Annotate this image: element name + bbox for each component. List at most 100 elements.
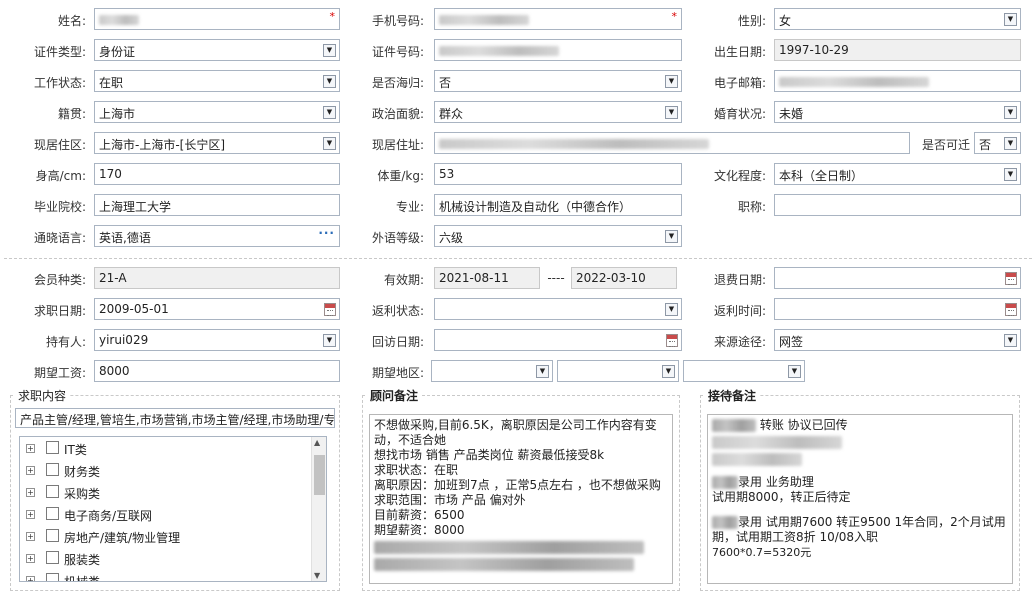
- tree-item-label: 电子商务/互联网: [64, 509, 153, 523]
- weight-field[interactable]: 53: [434, 163, 682, 185]
- holder-select[interactable]: yirui029 ▼: [94, 329, 340, 351]
- chevron-down-icon[interactable]: ▼: [788, 365, 801, 378]
- id-type-select[interactable]: 身份证 ▼: [94, 39, 340, 61]
- caret-up-icon[interactable]: ▲: [314, 438, 320, 447]
- caret-down-icon[interactable]: ▼: [314, 571, 320, 580]
- calendar-icon[interactable]: [666, 334, 678, 347]
- lang-level-select[interactable]: 六级 ▼: [434, 225, 682, 247]
- plus-icon[interactable]: +: [26, 510, 35, 519]
- checkbox[interactable]: [46, 529, 59, 542]
- chevron-down-icon[interactable]: ▼: [1004, 334, 1017, 347]
- height-field[interactable]: 170: [94, 163, 340, 185]
- plus-icon[interactable]: +: [26, 532, 35, 541]
- job-content-summary[interactable]: 产品主管/经理,管培生,市场营销,市场主管/经理,市场助理/专: [15, 408, 335, 428]
- id-no-field[interactable]: [434, 39, 682, 61]
- advisor-notes-textarea[interactable]: 不想做采购,目前6.5K，离职原因是公司工作内容有变 动，不适合她 想找市场 销…: [369, 414, 673, 584]
- chevron-down-icon[interactable]: ▼: [1004, 168, 1017, 181]
- chevron-down-icon[interactable]: ▼: [536, 365, 549, 378]
- lang-level-value: 六级: [439, 231, 464, 245]
- name-field[interactable]: *: [94, 8, 340, 30]
- tree-item-purchase[interactable]: + 采购类: [26, 483, 306, 503]
- visit-date-field[interactable]: [434, 329, 682, 351]
- work-status-select[interactable]: 在职 ▼: [94, 70, 340, 92]
- title-field[interactable]: [774, 194, 1021, 216]
- chevron-down-icon[interactable]: ▼: [665, 230, 678, 243]
- chevron-down-icon[interactable]: ▼: [323, 44, 336, 57]
- calendar-icon[interactable]: [1005, 303, 1017, 316]
- plus-icon[interactable]: +: [26, 554, 35, 563]
- chevron-down-icon[interactable]: ▼: [662, 365, 675, 378]
- tree-scrollbar[interactable]: ▲ ▼: [311, 437, 326, 581]
- plus-icon[interactable]: +: [26, 576, 35, 581]
- tree-item-it[interactable]: + IT类: [26, 439, 306, 459]
- calendar-icon[interactable]: [1005, 272, 1017, 285]
- gender-value: 女: [779, 14, 792, 28]
- tree-item-finance[interactable]: + 财务类: [26, 461, 306, 481]
- chevron-down-icon[interactable]: ▼: [665, 75, 678, 88]
- overseas-select[interactable]: 否 ▼: [434, 70, 682, 92]
- chevron-down-icon[interactable]: ▼: [323, 106, 336, 119]
- tree-item-ecommerce[interactable]: + 电子商务/互联网: [26, 505, 306, 525]
- relocate-select[interactable]: 否 ▼: [974, 132, 1021, 154]
- region-district-select[interactable]: ▼: [683, 360, 805, 382]
- id-type-value: 身份证: [99, 45, 136, 59]
- reception-notes-textarea[interactable]: 转账 协议已回传 录用 业务助理 试用期8000，转正后待定 录用 试用期760…: [707, 414, 1013, 584]
- row-school: 毕业院校: 上海理工大学 专业: 机械设计制造及自动化（中德合作） 职称:: [0, 194, 1036, 218]
- reception-line-3c: 7600*0.7=5320元: [712, 546, 812, 559]
- member-type-label: 会员种类:: [33, 273, 86, 287]
- job-date-field[interactable]: 2009-05-01: [94, 298, 340, 320]
- holder-label: 持有人:: [45, 335, 86, 349]
- gender-select[interactable]: 女 ▼: [774, 8, 1021, 30]
- tree-item-realestate[interactable]: + 房地产/建筑/物业管理: [26, 527, 306, 547]
- languages-field[interactable]: 英语,德语 ···: [94, 225, 340, 247]
- refund-date-field[interactable]: [774, 267, 1021, 289]
- native-select[interactable]: 上海市 ▼: [94, 101, 340, 123]
- marital-select[interactable]: 未婚 ▼: [774, 101, 1021, 123]
- region-city-select[interactable]: ▼: [557, 360, 679, 382]
- ellipsis-icon[interactable]: ···: [318, 226, 335, 240]
- checkbox[interactable]: [46, 573, 59, 581]
- address-field[interactable]: [434, 132, 910, 154]
- chevron-down-icon[interactable]: ▼: [323, 75, 336, 88]
- chevron-down-icon[interactable]: ▼: [323, 137, 336, 150]
- plus-icon[interactable]: +: [26, 466, 35, 475]
- checkbox[interactable]: [46, 485, 59, 498]
- category-tree[interactable]: + IT类 + 财务类 + 采购类 + 电子商务/互联网 + 房地产/建筑/物业…: [19, 436, 327, 582]
- tree-item-apparel[interactable]: + 服装类: [26, 549, 306, 569]
- political-select[interactable]: 群众 ▼: [434, 101, 682, 123]
- salary-field[interactable]: 8000: [94, 360, 340, 382]
- education-select[interactable]: 本科（全日制） ▼: [774, 163, 1021, 185]
- calendar-icon[interactable]: [324, 303, 336, 316]
- chevron-down-icon[interactable]: ▼: [1004, 13, 1017, 26]
- source-select[interactable]: 网签 ▼: [774, 329, 1021, 351]
- email-field[interactable]: [774, 70, 1021, 92]
- rebate-status-label: 返利状态:: [371, 304, 424, 318]
- row-salary: 期望工资: 8000 期望地区: ▼ ▼ ▼: [0, 360, 1036, 384]
- checkbox[interactable]: [46, 463, 59, 476]
- phone-field[interactable]: *: [434, 8, 682, 30]
- checkbox[interactable]: [46, 441, 59, 454]
- plus-icon[interactable]: +: [26, 488, 35, 497]
- row-name: 姓名: * 手机号码: * 性别: 女 ▼: [0, 8, 1036, 32]
- id-no-label: 证件号码:: [371, 45, 424, 59]
- chevron-down-icon[interactable]: ▼: [665, 106, 678, 119]
- residence-select[interactable]: 上海市-上海市-[长宁区] ▼: [94, 132, 340, 154]
- major-field[interactable]: 机械设计制造及自动化（中德合作）: [434, 194, 682, 216]
- rebate-status-select[interactable]: ▼: [434, 298, 682, 320]
- note-line: 期望薪资：8000: [374, 523, 465, 537]
- plus-icon[interactable]: +: [26, 444, 35, 453]
- region-province-select[interactable]: ▼: [431, 360, 553, 382]
- checkbox[interactable]: [46, 551, 59, 564]
- rebate-time-field[interactable]: [774, 298, 1021, 320]
- chevron-down-icon[interactable]: ▼: [1004, 137, 1017, 150]
- chevron-down-icon[interactable]: ▼: [665, 303, 678, 316]
- chevron-down-icon[interactable]: ▼: [323, 334, 336, 347]
- tree-item-machinery[interactable]: + 机械类: [26, 571, 306, 581]
- chevron-down-icon[interactable]: ▼: [1004, 106, 1017, 119]
- validity-from-field: 2021-08-11: [434, 267, 540, 289]
- checkbox[interactable]: [46, 507, 59, 520]
- member-type-field: 21-A: [94, 267, 340, 289]
- school-field[interactable]: 上海理工大学: [94, 194, 340, 216]
- major-value: 机械设计制造及自动化（中德合作）: [439, 200, 632, 214]
- scrollbar-thumb[interactable]: [314, 455, 325, 495]
